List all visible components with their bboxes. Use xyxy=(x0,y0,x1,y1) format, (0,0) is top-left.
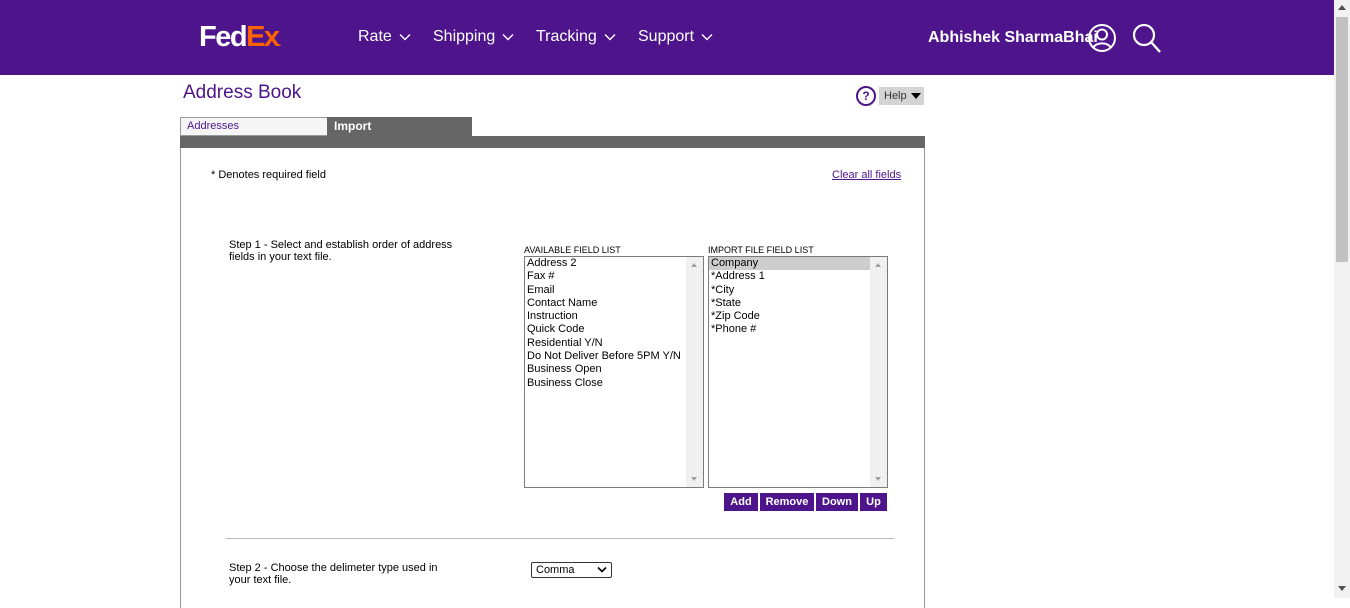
list-item[interactable]: Business Open xyxy=(525,363,703,376)
available-field-list[interactable]: Address 2 Fax # Email Contact Name Instr… xyxy=(524,256,704,488)
scroll-up-arrow-icon[interactable] xyxy=(691,263,697,267)
import-file-field-list-label: IMPORT FILE FIELD LIST xyxy=(708,245,814,255)
up-button[interactable]: Up xyxy=(860,493,887,511)
nav-tracking-label: Tracking xyxy=(536,28,597,45)
nav-shipping-label: Shipping xyxy=(433,28,496,45)
step2-instructions: Step 2 - Choose the delimeter type used … xyxy=(229,562,438,586)
search-icon[interactable] xyxy=(1132,23,1162,55)
nav-support[interactable]: Support xyxy=(638,28,713,46)
scroll-up-arrow-icon[interactable] xyxy=(1338,5,1346,10)
list-item[interactable]: Contact Name xyxy=(525,297,703,310)
top-navigation-bar: FedEx. Rate Shipping Tracking Support Ab… xyxy=(0,0,1334,75)
help-question-icon[interactable]: ? xyxy=(856,86,876,106)
scrollbar-thumb[interactable] xyxy=(1336,17,1348,262)
scroll-down-arrow-icon[interactable] xyxy=(691,477,697,481)
down-button[interactable]: Down xyxy=(816,493,858,511)
chevron-down-icon xyxy=(597,566,607,573)
step1-instructions: Step 1 - Select and establish order of a… xyxy=(229,239,453,263)
list-item[interactable]: Residential Y/N xyxy=(525,337,703,350)
available-field-list-label: AVAILABLE FIELD LIST xyxy=(524,245,621,255)
user-name-link[interactable]: Abhishek SharmaBhai xyxy=(928,29,1098,47)
scroll-up-arrow-icon[interactable] xyxy=(875,263,881,267)
help-button[interactable]: Help xyxy=(879,87,924,105)
list-item[interactable]: Do Not Deliver Before 5PM Y/N xyxy=(525,350,703,363)
chevron-down-icon xyxy=(701,34,713,41)
nav-tracking[interactable]: Tracking xyxy=(536,28,616,46)
scroll-down-arrow-icon[interactable] xyxy=(1338,586,1346,591)
help-label: Help xyxy=(884,90,907,102)
page-title: Address Book xyxy=(183,82,302,103)
nav-rate[interactable]: Rate xyxy=(358,28,411,46)
tab-import[interactable]: Import xyxy=(327,117,472,136)
list-item[interactable]: *City xyxy=(709,284,887,297)
nav-shipping[interactable]: Shipping xyxy=(433,28,514,46)
help-menu[interactable]: ? Help xyxy=(856,86,924,106)
list-item-selected[interactable]: Company xyxy=(709,257,870,271)
chevron-down-icon xyxy=(502,34,514,41)
logo-dot: . xyxy=(278,38,282,49)
logo-ex-text: Ex xyxy=(246,21,280,53)
nav-rate-label: Rate xyxy=(358,28,392,45)
remove-button[interactable]: Remove xyxy=(760,493,814,511)
dropdown-triangle-icon xyxy=(910,93,921,99)
list-item[interactable]: Instruction xyxy=(525,310,703,323)
list-item[interactable]: *Address 1 xyxy=(709,270,887,283)
list-item[interactable]: Business Close xyxy=(525,377,703,390)
chevron-down-icon xyxy=(399,34,411,41)
delimiter-select-value: Comma xyxy=(536,564,575,576)
required-field-note: * Denotes required field xyxy=(211,169,326,181)
list-item[interactable]: Address 2 xyxy=(525,257,703,270)
delimiter-select[interactable]: Comma xyxy=(531,562,612,578)
list-item[interactable]: *Zip Code xyxy=(709,310,887,323)
list-item[interactable]: Fax # xyxy=(525,270,703,283)
clear-all-fields-link[interactable]: Clear all fields xyxy=(832,169,901,181)
list-item[interactable]: *State xyxy=(709,297,887,310)
tab-addresses[interactable]: Addresses xyxy=(180,117,331,136)
list-item[interactable]: *Phone # xyxy=(709,323,887,336)
list-item[interactable]: Quick Code xyxy=(525,323,703,336)
list-item[interactable]: Email xyxy=(525,284,703,297)
list-scrollbar[interactable] xyxy=(686,257,703,487)
nav-support-label: Support xyxy=(638,28,695,45)
chevron-down-icon xyxy=(604,34,616,41)
page-scrollbar[interactable] xyxy=(1334,0,1350,598)
section-divider xyxy=(226,538,894,539)
scroll-down-arrow-icon[interactable] xyxy=(875,477,881,481)
user-icon[interactable] xyxy=(1087,23,1117,53)
fedex-logo[interactable]: FedEx. xyxy=(199,20,281,61)
logo-fed-text: Fed xyxy=(199,21,248,53)
import-file-field-list[interactable]: Company *Address 1 *City *State *Zip Cod… xyxy=(708,256,888,488)
add-button[interactable]: Add xyxy=(724,493,758,511)
list-scrollbar[interactable] xyxy=(870,257,887,487)
tab-strip xyxy=(180,136,925,148)
